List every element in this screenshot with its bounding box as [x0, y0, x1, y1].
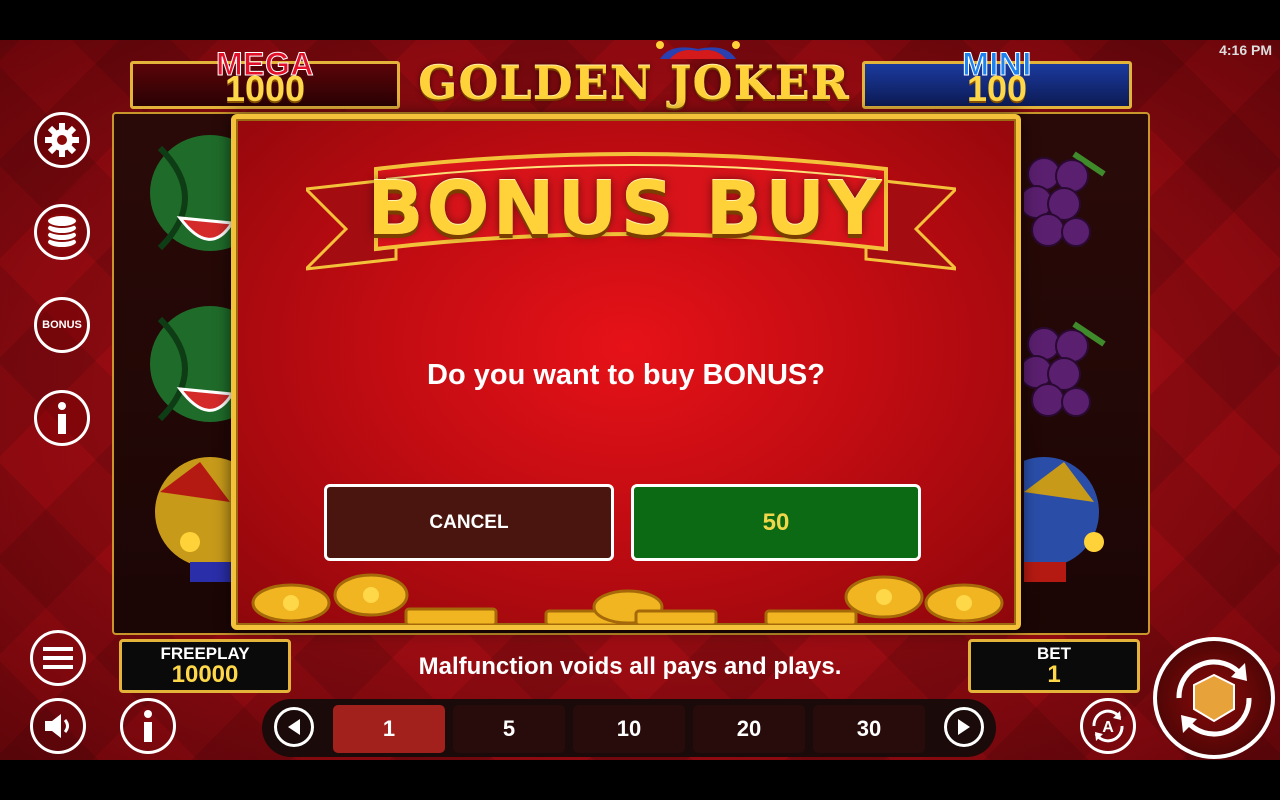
grapes-symbol — [1024, 151, 1106, 247]
mini-jackpot-value: 100 — [966, 68, 1028, 109]
watermelon-symbol — [150, 306, 232, 422]
freeplay-value: 10000 — [171, 661, 239, 688]
buy-bonus-price: 50 — [762, 508, 790, 536]
hamburger-icon — [43, 647, 73, 669]
game-logo: GOLDEN JOKER 27 — [418, 56, 850, 164]
info-icon — [144, 710, 152, 742]
status-clock: 4:16 PM — [1219, 42, 1272, 58]
bet-option[interactable]: 20 — [693, 705, 805, 753]
arrow-left-icon — [288, 719, 300, 735]
info-icon — [58, 402, 66, 434]
speaker-icon — [45, 714, 69, 738]
mega-jackpot-value: 1000 — [224, 68, 306, 109]
bet-next-button[interactable] — [944, 707, 984, 747]
bet-option[interactable]: 5 — [453, 705, 565, 753]
watermelon-symbol — [150, 135, 232, 251]
menu-button[interactable] — [30, 630, 86, 686]
bonus-buy-dialog: BONUS BUY Do you want to buy BONUS? CANC… — [231, 114, 1021, 630]
disclaimer-text: Malfunction voids all pays and plays. — [418, 653, 842, 680]
bet-value: 1 — [1047, 661, 1061, 688]
bet-prev-button[interactable] — [274, 707, 314, 747]
buy-bonus-button[interactable]: 50 — [631, 484, 921, 561]
bonus-buy-button[interactable]: BONUS — [34, 297, 90, 353]
mini-jackpot: MINI 100 — [862, 46, 1132, 109]
gold-coins-decoration — [251, 573, 1004, 625]
mega-jackpot: MEGA 1000 — [130, 46, 400, 109]
spin-icon — [1176, 659, 1252, 737]
dialog-question: Do you want to buy BONUS? — [427, 359, 825, 391]
coins-button[interactable] — [34, 204, 90, 260]
svg-text:A: A — [1102, 719, 1114, 736]
dialog-title: BONUS BUY — [367, 166, 885, 252]
gear-icon — [45, 123, 79, 157]
autoplay-icon: A — [1092, 709, 1124, 743]
jester-symbol — [1024, 457, 1104, 582]
coin-stack-icon — [46, 214, 78, 249]
game-screen: 4:16 PM MEGA 1000 GOLDEN JOKER MINI 100 … — [0, 40, 1280, 760]
bonus-button-label: BONUS — [42, 319, 82, 331]
autoplay-button[interactable]: A — [1080, 698, 1136, 754]
bet-option[interactable]: 10 — [573, 705, 685, 753]
spin-button[interactable] — [1153, 637, 1275, 759]
grapes-symbol — [1024, 321, 1106, 417]
jester-symbol — [155, 457, 232, 582]
bet-option[interactable]: 30 — [813, 705, 925, 753]
settings-button[interactable] — [34, 112, 90, 168]
sound-button[interactable] — [30, 698, 86, 754]
freeplay-balance: FREEPLAY 10000 — [119, 639, 291, 693]
cancel-button-label: CANCEL — [429, 511, 509, 533]
info-button[interactable] — [34, 390, 90, 446]
cancel-button[interactable]: CANCEL — [324, 484, 614, 561]
arrow-right-icon — [958, 719, 970, 735]
bet-option[interactable]: 1 — [333, 705, 445, 753]
bet-display: BET 1 — [968, 639, 1140, 693]
bet-selector: 1 5 10 20 30 — [262, 699, 996, 757]
paytable-info-button[interactable] — [120, 698, 176, 754]
